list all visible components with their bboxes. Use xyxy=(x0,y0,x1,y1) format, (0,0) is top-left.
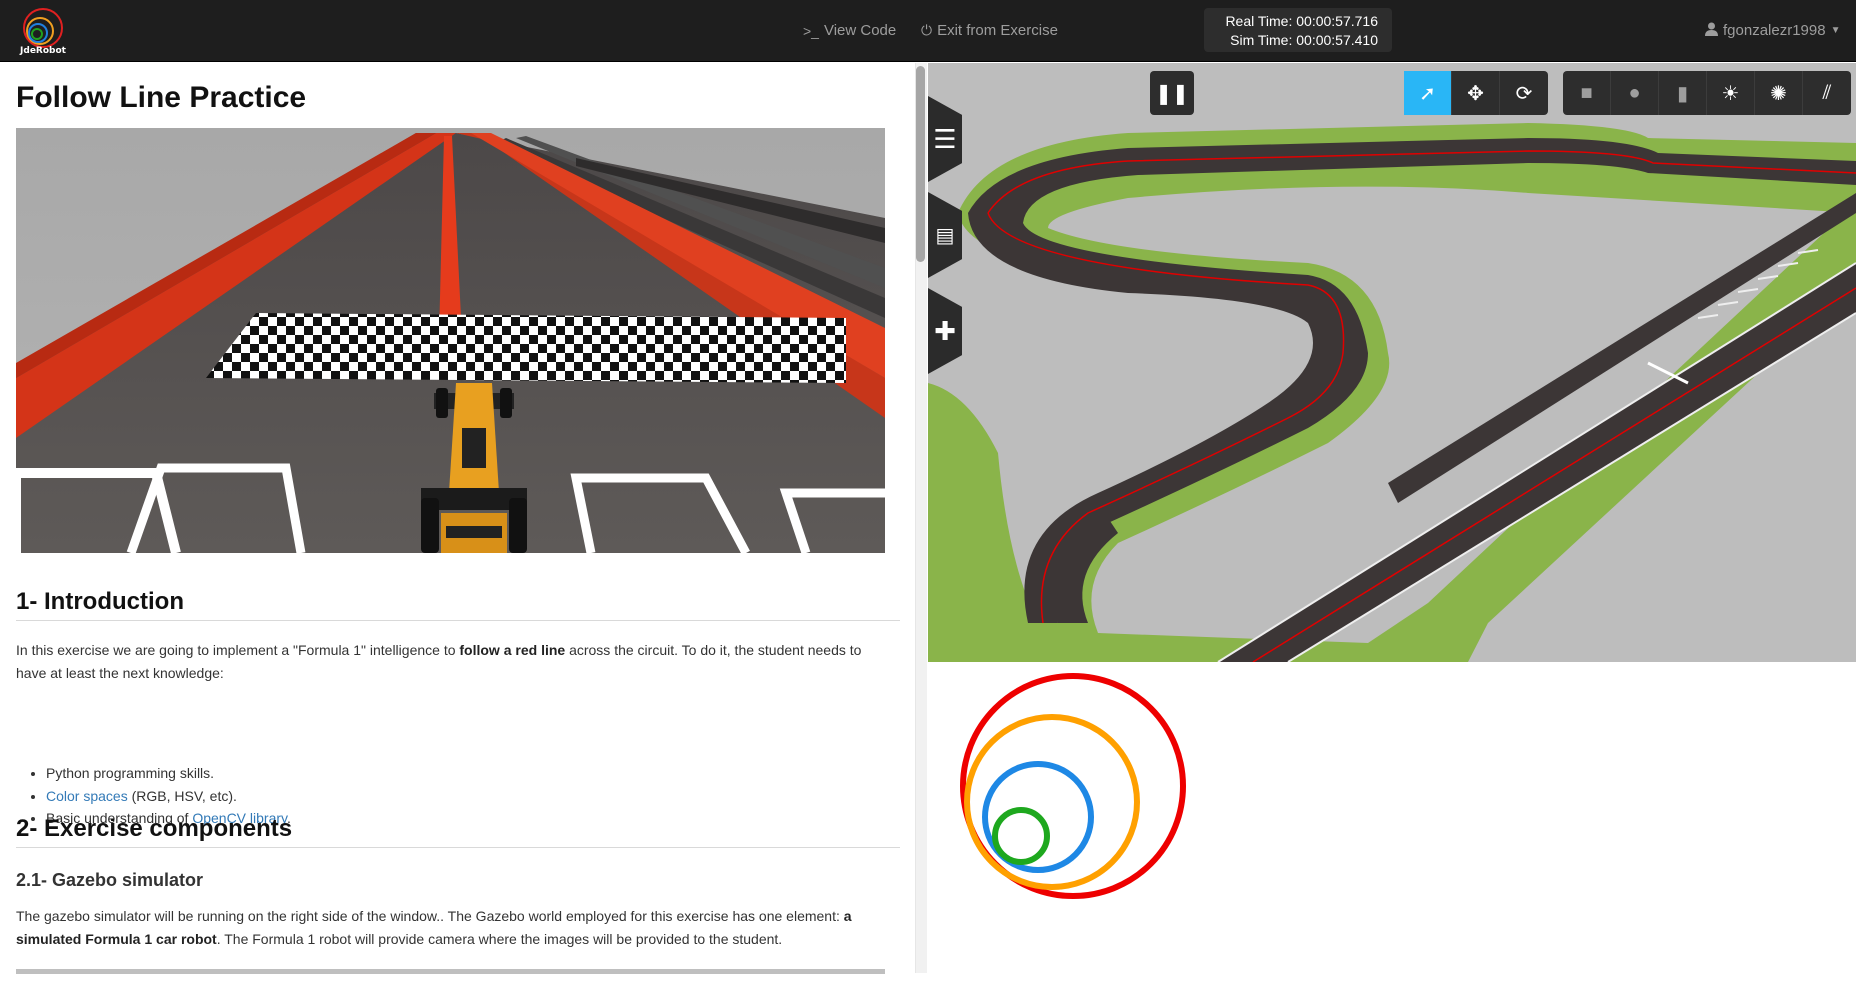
select-icon: ➚ xyxy=(1419,82,1436,105)
logo-text: JdeRobot xyxy=(20,46,66,56)
insert-directional-light-button[interactable]: ⫽ xyxy=(1803,71,1851,115)
view-code-label: View Code xyxy=(823,22,897,39)
exit-exercise-label: Exit from Exercise xyxy=(937,22,1058,39)
page-title: Follow Line Practice xyxy=(16,81,307,114)
spot-light-icon: ✺ xyxy=(1770,82,1787,105)
box-icon: ■ xyxy=(1580,81,1593,104)
gazebo-text-c: . The Formula 1 robot will provide camer… xyxy=(216,931,783,947)
gazebo-paragraph: The gazebo simulator will be running on … xyxy=(16,905,884,951)
insert-toolbar: ■ ● ▮ ☀ ✺ ⫽ xyxy=(1563,71,1851,115)
pause-icon: ❚❚ xyxy=(1155,82,1189,105)
list-item-python: Python programming skills. xyxy=(46,765,215,781)
introduction-heading: 1- Introduction xyxy=(16,588,900,621)
jderobot-rings-icon xyxy=(960,673,1186,899)
jderobot-logo[interactable]: JdeRobot xyxy=(20,6,66,58)
plus-icon: ✚ xyxy=(934,315,956,346)
list-item: Color spaces (RGB, HSV, etc). xyxy=(46,785,291,808)
point-light-icon: ☀ xyxy=(1721,82,1740,105)
view-code-link[interactable]: >_ View Code xyxy=(803,22,896,39)
hero-image xyxy=(16,128,885,553)
rotate-icon: ⟳ xyxy=(1515,82,1533,105)
circuit-render xyxy=(928,63,1856,662)
gazebo-3d-view[interactable]: ❚❚ xyxy=(928,63,1856,662)
directional-light-icon: ⫽ xyxy=(1822,81,1832,104)
insert-cylinder-button[interactable]: ▮ xyxy=(1659,71,1707,115)
select-mode-button[interactable]: ➚ xyxy=(1404,71,1452,115)
exercise-document: Follow Line Practice 1- Introduction In … xyxy=(0,63,928,983)
color-spaces-link[interactable]: Color spaces xyxy=(46,788,128,804)
sim-time-value: 00:00:57.410 xyxy=(1296,32,1378,48)
user-icon xyxy=(1705,22,1718,39)
sphere-icon: ● xyxy=(1628,81,1641,104)
translate-mode-button[interactable]: ✥ xyxy=(1452,71,1500,115)
insert-box-button[interactable]: ■ xyxy=(1563,71,1611,115)
document-scrollbar-thumb[interactable] xyxy=(916,66,925,262)
gazebo-text-a: The gazebo simulator will be running on … xyxy=(16,908,844,924)
playback-group: ❚❚ xyxy=(1150,71,1194,115)
username: fgonzalezr1998 xyxy=(1723,22,1826,39)
pause-button[interactable]: ❚❚ xyxy=(1150,71,1194,115)
list-item-color-rest: (RGB, HSV, etc). xyxy=(127,787,237,804)
list-item: Python programming skills. xyxy=(46,762,291,785)
rotate-mode-button[interactable]: ⟳ xyxy=(1500,71,1548,115)
layers-icon: ▤ xyxy=(935,224,955,247)
start-line-render xyxy=(16,128,885,553)
introduction-paragraph: In this exercise we are going to impleme… xyxy=(16,639,884,685)
simulation-time-display: Real Time: 00:00:57.716 Sim Time: 00:00:… xyxy=(1204,8,1392,52)
intro-text-a: In this exercise we are going to impleme… xyxy=(16,642,460,658)
cylinder-icon: ▮ xyxy=(1676,82,1688,105)
caret-down-icon: ▼ xyxy=(1830,25,1841,36)
insert-spot-light-button[interactable]: ✺ xyxy=(1755,71,1803,115)
gazebo-simulator-heading: 2.1- Gazebo simulator xyxy=(16,870,204,890)
real-time-label: Real Time: xyxy=(1225,13,1293,29)
section-divider xyxy=(16,969,885,974)
top-navbar: JdeRobot >_ View Code ⏻ Exit from Exerci… xyxy=(0,0,1856,62)
menu-icon: ☰ xyxy=(933,123,957,154)
translate-icon: ✥ xyxy=(1467,82,1484,105)
insert-sphere-button[interactable]: ● xyxy=(1611,71,1659,115)
intro-text-bold: follow a red line xyxy=(459,642,566,658)
manipulation-toolbar: ➚ ✥ ⟳ xyxy=(1404,71,1548,115)
power-icon: ⏻ xyxy=(921,22,933,38)
exercise-components-heading: 2- Exercise components xyxy=(16,815,900,848)
user-menu[interactable]: fgonzalezr1998 ▼ xyxy=(1705,22,1840,39)
sim-time-label: Sim Time: xyxy=(1230,32,1293,48)
real-time-value: 00:00:57.716 xyxy=(1296,13,1378,29)
camera-view-panel xyxy=(928,662,1856,983)
exit-exercise-link[interactable]: ⏻ Exit from Exercise xyxy=(921,22,1058,39)
insert-point-light-button[interactable]: ☀ xyxy=(1707,71,1755,115)
view-code-icon: >_ xyxy=(803,22,819,39)
